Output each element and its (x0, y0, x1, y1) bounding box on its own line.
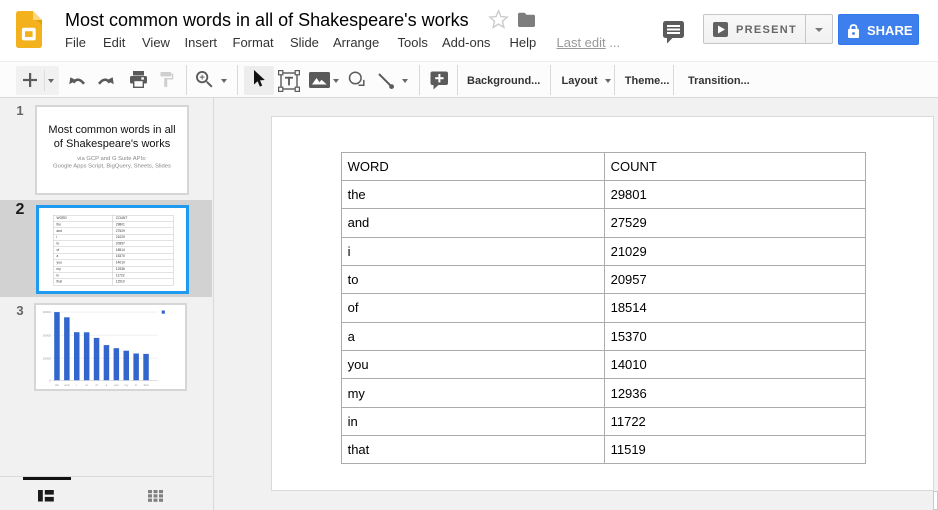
svg-text:you: you (114, 382, 119, 386)
svg-text:my: my (125, 382, 129, 386)
svg-text:a: a (106, 382, 108, 386)
svg-text:the: the (55, 382, 59, 386)
svg-text:that: that (144, 382, 149, 386)
svg-text:10000: 10000 (43, 356, 52, 360)
svg-text:20000: 20000 (43, 333, 52, 337)
svg-text:i: i (77, 382, 78, 386)
svg-text:to: to (86, 382, 89, 386)
svg-text:0: 0 (50, 378, 52, 382)
svg-text:in: in (135, 382, 138, 386)
svg-text:of: of (96, 382, 99, 386)
svg-text:and: and (65, 382, 70, 386)
svg-text:30000: 30000 (43, 310, 52, 314)
